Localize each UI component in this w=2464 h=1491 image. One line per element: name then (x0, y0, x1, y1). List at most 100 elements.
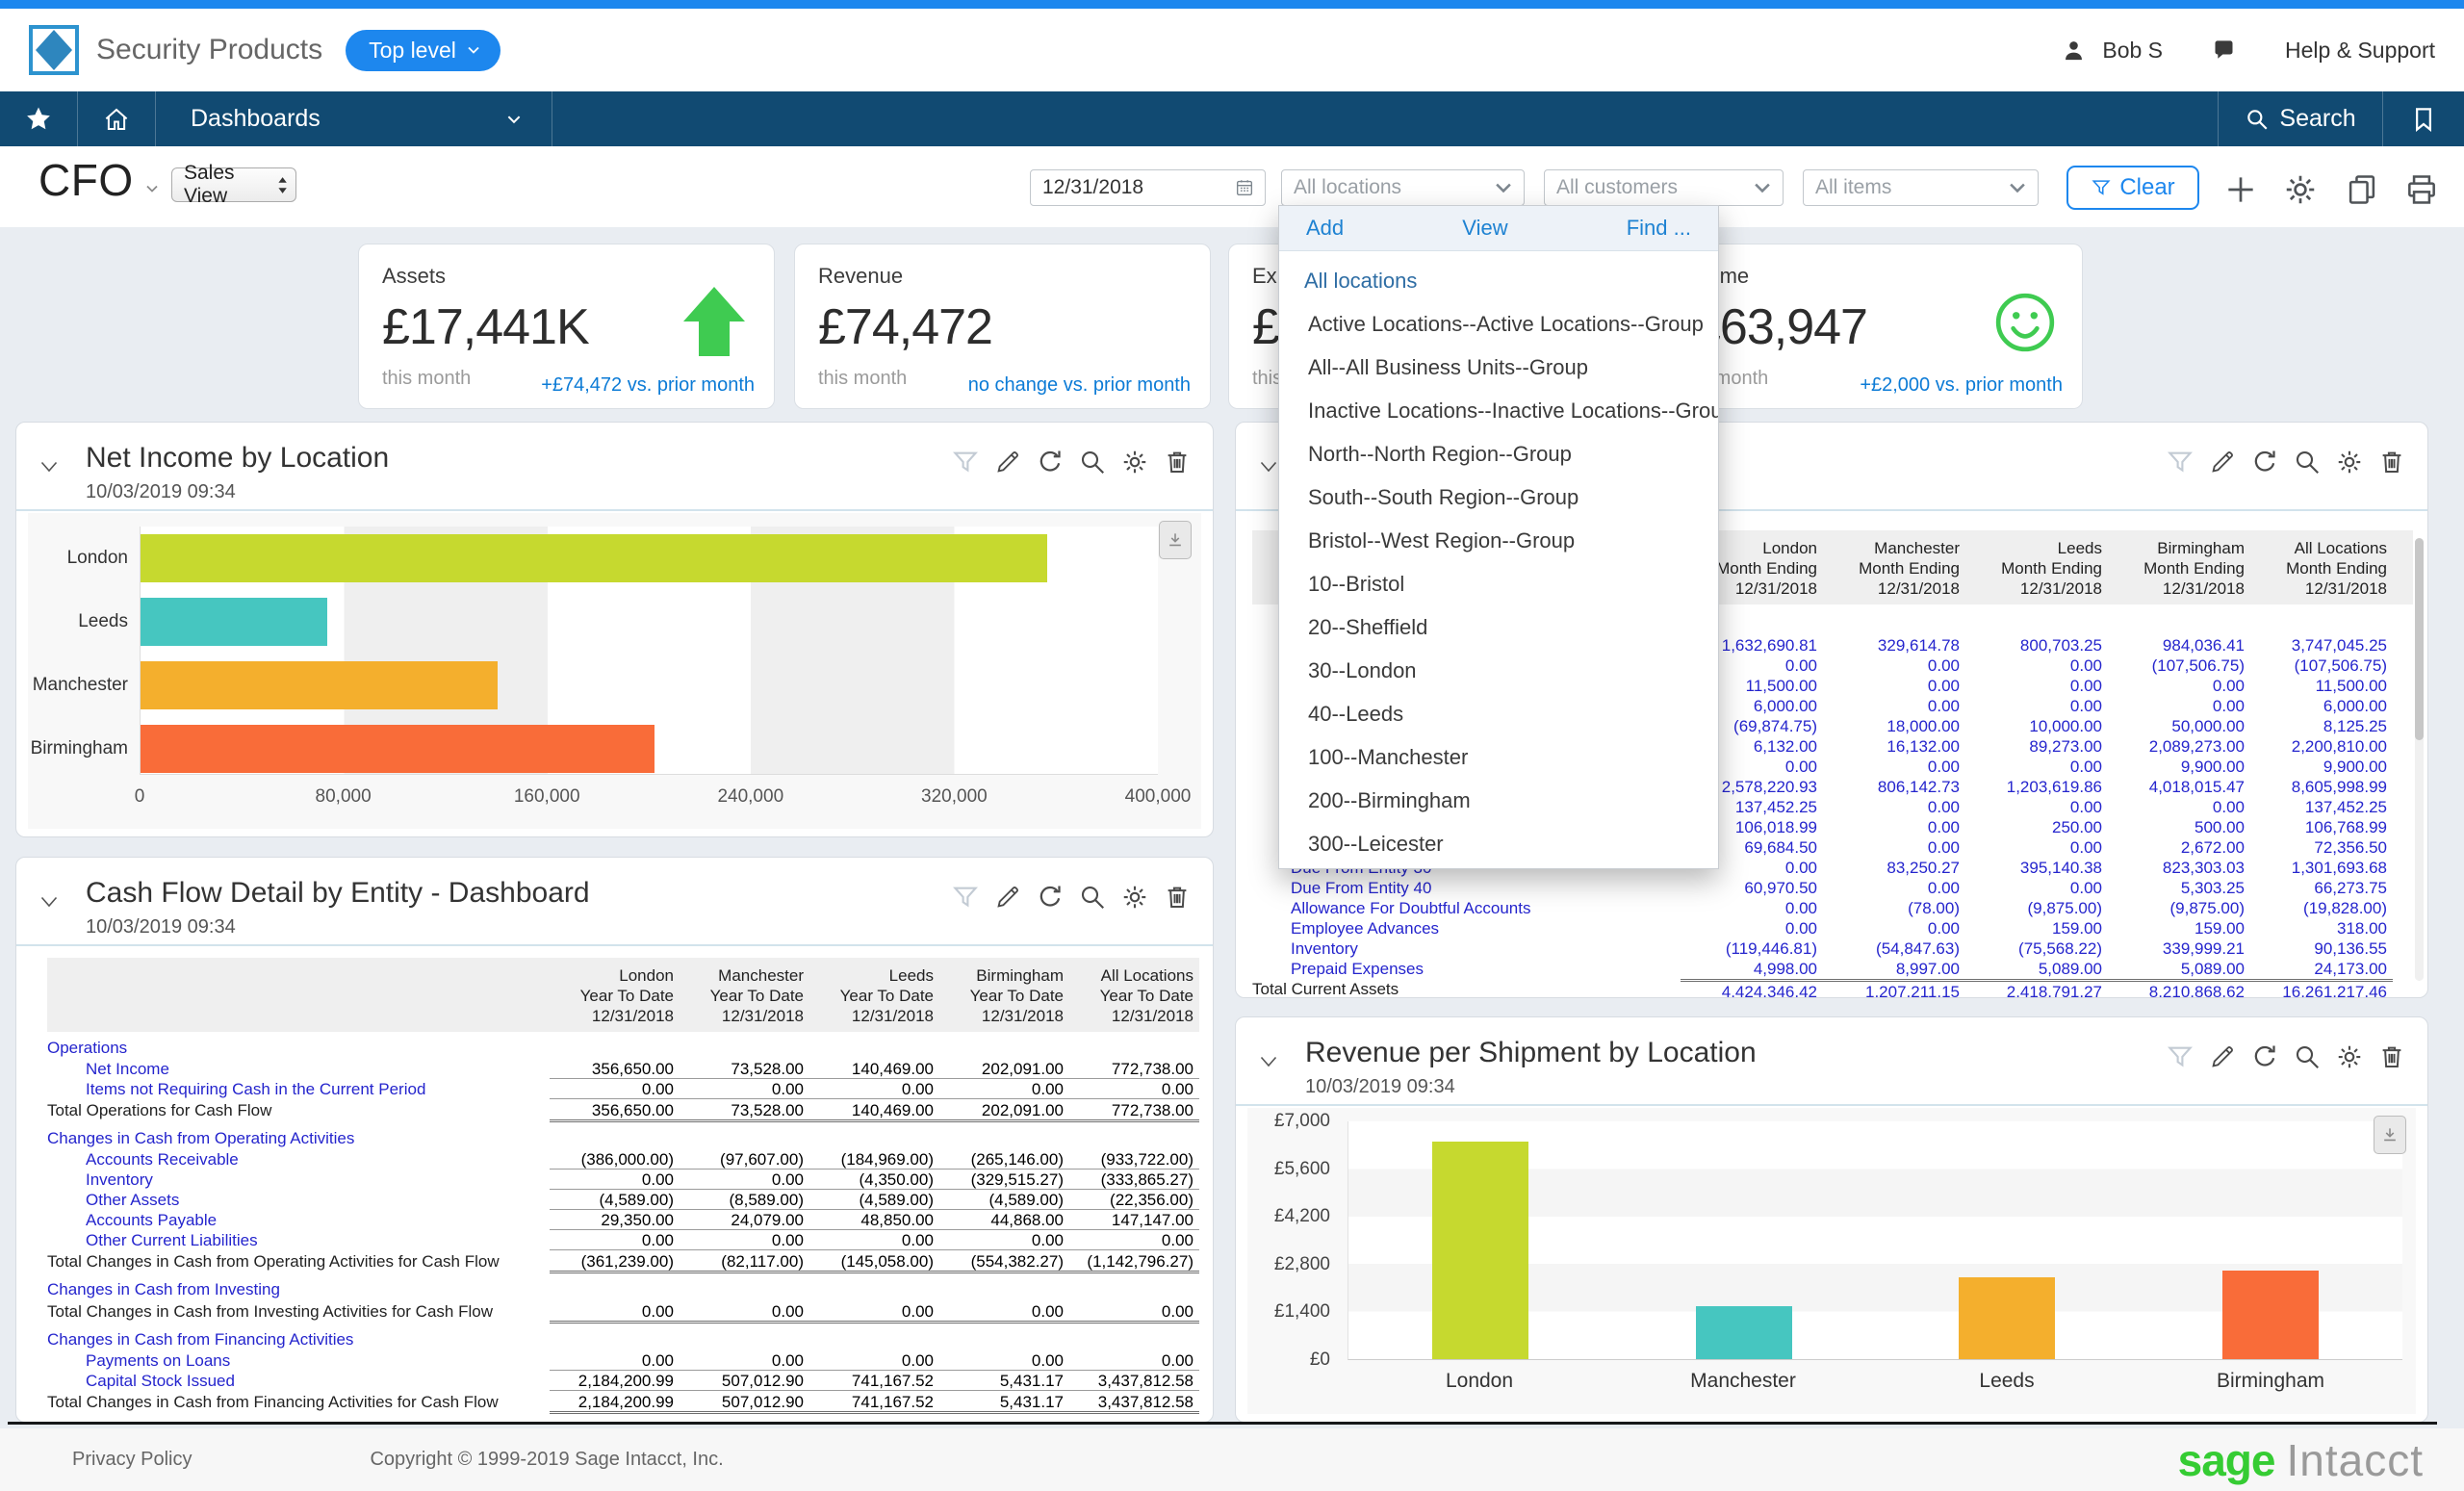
cell-value[interactable]: 0.00 (1823, 696, 1965, 716)
bar-birmingham[interactable] (141, 725, 654, 773)
dropdown-option[interactable]: 300--Leicester (1279, 822, 1718, 865)
row-label-link[interactable]: Employee Advances (1252, 918, 1681, 938)
zoom-icon[interactable] (2293, 448, 2322, 476)
cell-value[interactable]: 24,173.00 (2250, 959, 2393, 979)
row-label-link[interactable]: Changes in Cash from Operating Activitie… (47, 1128, 572, 1149)
cell-value[interactable]: 0.00 (1823, 837, 1965, 858)
collapse-chevron-icon[interactable] (38, 890, 61, 913)
row-label-link[interactable]: Accounts Receivable (47, 1149, 550, 1170)
cell-value[interactable]: 8,605,998.99 (2250, 777, 2393, 797)
cell-value[interactable]: 18,000.00 (1823, 716, 1965, 736)
filter-icon[interactable] (951, 883, 980, 912)
cell-value[interactable]: 8,125.25 (2250, 716, 2393, 736)
cell-value[interactable]: 0.00 (1965, 676, 2108, 696)
cell-value[interactable]: 1,301,693.68 (2250, 858, 2393, 878)
refresh-icon[interactable] (2250, 1042, 2279, 1071)
dropdown-option[interactable]: 20--Sheffield (1279, 605, 1718, 649)
dropdown-option[interactable]: Bristol--West Region--Group (1279, 519, 1718, 562)
bar-manchester[interactable] (1696, 1306, 1792, 1359)
bar-leeds[interactable] (141, 598, 327, 646)
chevron-down-icon[interactable] (144, 181, 160, 196)
refresh-icon[interactable] (1036, 883, 1065, 912)
cell-value[interactable]: 60,970.50 (1681, 878, 1823, 898)
bar-birmingham[interactable] (2222, 1271, 2319, 1359)
cell-value[interactable]: 16,261,217.46 (2250, 979, 2393, 998)
cell-value[interactable]: 0.00 (1681, 918, 1823, 938)
cell-value[interactable]: (78.00) (1823, 898, 1965, 918)
row-label-link[interactable]: Changes in Cash from Financing Activitie… (47, 1329, 572, 1350)
view-selector[interactable]: Sales View (171, 167, 296, 202)
dropdown-option[interactable]: 10--Bristol (1279, 562, 1718, 605)
cell-value[interactable]: 0.00 (1823, 918, 1965, 938)
home-button[interactable] (78, 91, 156, 146)
edit-icon[interactable] (2208, 448, 2237, 476)
cell-value[interactable]: (75,568.22) (1965, 938, 2108, 959)
cell-value[interactable]: 106,768.99 (2250, 817, 2393, 837)
bookmark-button[interactable] (2383, 91, 2464, 146)
dropdown-option[interactable]: All--All Business Units--Group (1279, 346, 1718, 389)
scrollbar-thumb[interactable] (2415, 538, 2424, 740)
filter-icon[interactable] (2166, 448, 2194, 476)
cell-value[interactable]: 4,998.00 (1681, 959, 1823, 979)
cell-value[interactable]: 5,303.25 (2108, 878, 2250, 898)
bar-leeds[interactable] (1959, 1277, 2055, 1359)
zoom-icon[interactable] (2293, 1042, 2322, 1071)
print-icon[interactable] (2403, 171, 2440, 208)
cell-value[interactable]: 0.00 (1823, 676, 1965, 696)
help-support-link[interactable]: Help & Support (2285, 38, 2435, 64)
row-label-link[interactable]: Allowance For Doubtful Accounts (1252, 898, 1681, 918)
filter-icon[interactable] (2166, 1042, 2194, 1071)
cell-value[interactable]: 0.00 (1965, 878, 2108, 898)
cell-value[interactable]: 823,303.03 (2108, 858, 2250, 878)
trash-icon[interactable] (2377, 1042, 2406, 1071)
cell-value[interactable]: 984,036.41 (2108, 635, 2250, 656)
collapse-chevron-icon[interactable] (1257, 455, 1280, 478)
cell-value[interactable]: 800,703.25 (1965, 635, 2108, 656)
clear-filters-button[interactable]: Clear (2066, 166, 2199, 210)
privacy-policy-link[interactable]: Privacy Policy (72, 1449, 192, 1471)
refresh-icon[interactable] (2250, 448, 2279, 476)
dropdown-view-link[interactable]: View (1462, 216, 1507, 241)
dropdown-option[interactable]: 30--London (1279, 649, 1718, 692)
cell-value[interactable]: 0.00 (2108, 696, 2250, 716)
edit-icon[interactable] (993, 883, 1022, 912)
locations-filter-select[interactable]: All locations (1281, 169, 1525, 206)
items-filter-select[interactable]: All items (1803, 169, 2039, 206)
row-label-link[interactable]: Payments on Loans (47, 1350, 550, 1371)
row-label-link[interactable]: Inventory (47, 1170, 550, 1190)
user-icon[interactable] (2061, 38, 2087, 64)
cell-value[interactable]: 0.00 (1823, 817, 1965, 837)
row-label-link[interactable]: Inventory (1252, 938, 1681, 959)
cell-value[interactable]: 339,999.21 (2108, 938, 2250, 959)
cell-value[interactable]: 1,203,619.86 (1965, 777, 2108, 797)
cell-value[interactable]: 0.00 (1823, 656, 1965, 676)
cell-value[interactable]: 90,136.55 (2250, 938, 2393, 959)
cell-value[interactable]: (19,828.00) (2250, 898, 2393, 918)
cell-value[interactable]: 16,132.00 (1823, 736, 1965, 757)
cell-value[interactable]: 0.00 (1823, 797, 1965, 817)
dropdown-option[interactable]: North--North Region--Group (1279, 432, 1718, 476)
download-chart-button[interactable] (1159, 521, 1192, 559)
cell-value[interactable]: 1,207,211.15 (1823, 979, 1965, 998)
row-label-link[interactable]: Accounts Payable (47, 1210, 550, 1230)
cell-value[interactable]: 159.00 (1965, 918, 2108, 938)
dropdown-option[interactable]: South--South Region--Group (1279, 476, 1718, 519)
dropdown-option[interactable]: Inactive Locations--Inactive Locations--… (1279, 389, 1718, 432)
cell-value[interactable]: 137,452.25 (2250, 797, 2393, 817)
cell-value[interactable]: 329,614.78 (1823, 635, 1965, 656)
settings-icon[interactable] (2335, 448, 2364, 476)
trash-icon[interactable] (1163, 883, 1192, 912)
bar-london[interactable] (141, 534, 1047, 582)
cell-value[interactable]: 250.00 (1965, 817, 2108, 837)
cell-value[interactable]: 0.00 (1965, 656, 2108, 676)
cell-value[interactable]: 2,089,273.00 (2108, 736, 2250, 757)
cell-value[interactable]: (9,875.00) (1965, 898, 2108, 918)
cell-value[interactable]: 89,273.00 (1965, 736, 2108, 757)
zoom-icon[interactable] (1078, 448, 1107, 476)
cell-value[interactable]: 0.00 (2108, 797, 2250, 817)
settings-icon[interactable] (1120, 883, 1149, 912)
cell-value[interactable]: 500.00 (2108, 817, 2250, 837)
cell-value[interactable]: 159.00 (2108, 918, 2250, 938)
top-level-button[interactable]: Top level (346, 30, 500, 71)
dropdown-option[interactable]: 200--Birmingham (1279, 779, 1718, 822)
